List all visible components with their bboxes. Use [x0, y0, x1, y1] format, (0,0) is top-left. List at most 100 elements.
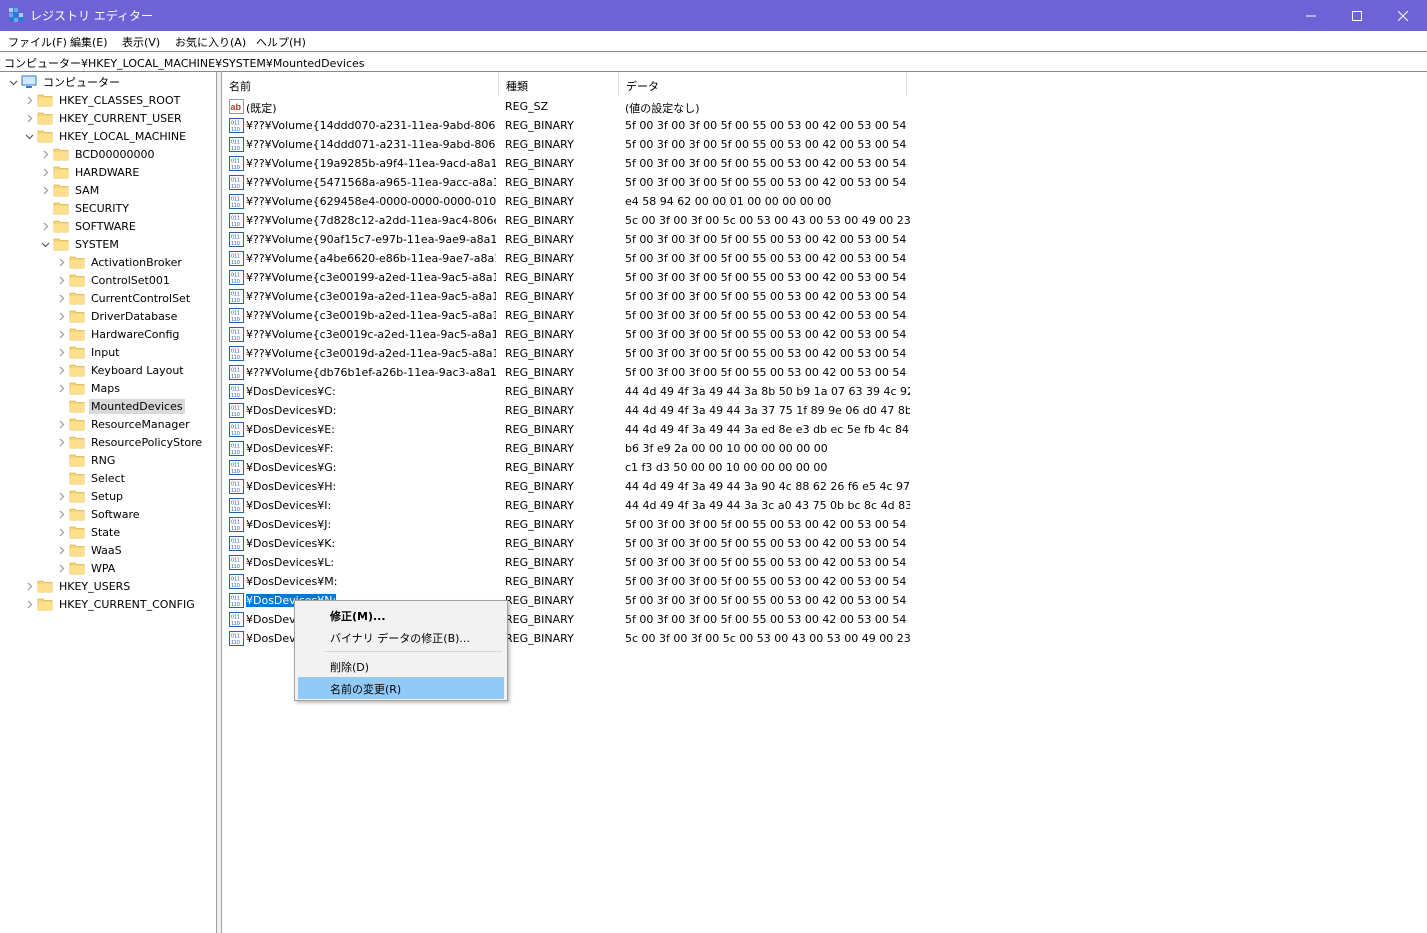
chevron-right-icon[interactable] — [53, 361, 69, 379]
value-row[interactable]: 011 110 ¥DosDevices¥K: REG_BINARY 5f 00 3f 0… — [222, 534, 922, 553]
value-row[interactable]: 011 110 ¥??¥Volume{629458e4-0000-0000-0000… — [222, 192, 922, 211]
chevron-right-icon[interactable] — [53, 289, 69, 307]
value-row[interactable]: 011 110 ¥??¥Volume{a4be6620-e86b-11ea-9ae7… — [222, 249, 922, 268]
tree-item[interactable]: SAM — [37, 181, 101, 199]
chevron-right-icon[interactable] — [53, 253, 69, 271]
tree-item[interactable]: DriverDatabase — [53, 307, 179, 325]
chevron-right-icon[interactable] — [53, 379, 69, 397]
tree-item[interactable]: ActivationBroker — [53, 253, 184, 271]
value-row[interactable]: 011 110 ¥DosDevices¥G: REG_BINARY c1 f3 d3 5… — [222, 458, 922, 477]
chevron-right-icon[interactable] — [37, 145, 53, 163]
chevron-right-icon[interactable] — [53, 307, 69, 325]
chevron-right-icon[interactable] — [53, 415, 69, 433]
menu-favorites[interactable]: お気に入り(A) — [175, 34, 246, 50]
tree-item[interactable]: ResourceManager — [53, 415, 192, 433]
tree-item[interactable]: RNG — [53, 451, 117, 469]
chevron-right-icon[interactable] — [53, 325, 69, 343]
value-row[interactable]: 011 110 ¥??¥Volume{7d828c12-a2dd-11ea-9ac4… — [222, 211, 922, 230]
address-bar[interactable]: コンピューター¥HKEY_LOCAL_MACHINE¥SYSTEM¥Mounte… — [0, 51, 1427, 72]
value-row[interactable]: 011 110 ¥DosDevices¥F: REG_BINARY b6 3f e9 2… — [222, 439, 922, 458]
value-row[interactable]: ab (既定) REG_SZ (値の設定なし) — [222, 97, 922, 116]
tree-item[interactable]: MountedDevices — [53, 397, 185, 415]
value-row[interactable]: 011 110 ¥??¥Volume{c3e00199-a2ed-11ea-9ac5… — [222, 268, 922, 287]
context-menu-modify-binary[interactable]: バイナリ データの修正(B)... — [298, 626, 504, 648]
chevron-down-icon[interactable] — [21, 127, 37, 145]
tree-item[interactable]: CurrentControlSet — [53, 289, 192, 307]
menu-edit[interactable]: 編集(E) — [70, 34, 108, 50]
tree-item[interactable]: ResourcePolicyStore — [53, 433, 204, 451]
close-button[interactable] — [1380, 0, 1426, 31]
chevron-right-icon[interactable] — [53, 523, 69, 541]
chevron-right-icon[interactable] — [53, 343, 69, 361]
column-header-name[interactable]: 名前 — [222, 72, 499, 96]
chevron-down-icon[interactable] — [37, 235, 53, 253]
context-menu-rename[interactable]: 名前の変更(R) — [298, 677, 504, 699]
value-row[interactable]: 011 110 ¥DosDevices¥J: REG_BINARY 5f 00 3f 0… — [222, 515, 922, 534]
chevron-right-icon[interactable] — [21, 91, 37, 109]
column-header-data[interactable]: データ — [619, 72, 907, 96]
tree-item[interactable]: BCD00000000 — [37, 145, 157, 163]
tree-item[interactable]: HKEY_CURRENT_USER — [21, 109, 184, 127]
chevron-right-icon[interactable] — [53, 505, 69, 523]
tree-item[interactable]: HKEY_CLASSES_ROOT — [21, 91, 182, 109]
tree-item[interactable]: HKEY_USERS — [21, 577, 132, 595]
value-row[interactable]: 011 110 ¥DosDevices¥L: REG_BINARY 5f 00 3f 0… — [222, 553, 922, 572]
tree-item[interactable]: HKEY_LOCAL_MACHINE — [21, 127, 188, 145]
value-row[interactable]: 011 110 ¥??¥Volume{c3e0019b-a2ed-11ea-9ac5… — [222, 306, 922, 325]
tree-item[interactable]: HKEY_CURRENT_CONFIG — [21, 595, 197, 613]
tree-item[interactable]: Select — [53, 469, 127, 487]
tree-item[interactable]: WaaS — [53, 541, 124, 559]
tree-item[interactable]: Setup — [53, 487, 125, 505]
tree-item[interactable]: コンピューター — [5, 73, 122, 91]
tree-item[interactable]: Keyboard Layout — [53, 361, 186, 379]
folder-icon — [37, 597, 53, 611]
chevron-right-icon[interactable] — [53, 433, 69, 451]
maximize-button[interactable] — [1334, 0, 1380, 31]
context-menu-delete[interactable]: 削除(D) — [298, 655, 504, 677]
value-row[interactable]: 011 110 ¥DosDevices¥M: REG_BINARY 5f 00 3f 0… — [222, 572, 922, 591]
column-header-type[interactable]: 種類 — [499, 72, 619, 96]
menu-view[interactable]: 表示(V) — [122, 34, 160, 50]
value-row[interactable]: 011 110 ¥??¥Volume{c3e0019a-a2ed-11ea-9ac5… — [222, 287, 922, 306]
value-row[interactable]: 011 110 ¥??¥Volume{19a9285b-a9f4-11ea-9acd… — [222, 154, 922, 173]
chevron-down-icon[interactable] — [5, 73, 21, 91]
chevron-right-icon[interactable] — [37, 181, 53, 199]
chevron-right-icon[interactable] — [53, 559, 69, 577]
value-row[interactable]: 011 110 ¥DosDevices¥E: REG_BINARY 44 4d 49 4… — [222, 420, 922, 439]
value-row[interactable]: 011 110 ¥??¥Volume{c3e0019d-a2ed-11ea-9ac5… — [222, 344, 922, 363]
tree-item[interactable]: State — [53, 523, 122, 541]
value-row[interactable]: 011 110 ¥??¥Volume{14ddd070-a231-11ea-9abd… — [222, 116, 922, 135]
minimize-button[interactable] — [1288, 0, 1334, 31]
chevron-right-icon[interactable] — [53, 487, 69, 505]
chevron-right-icon[interactable] — [21, 577, 37, 595]
value-row[interactable]: 011 110 ¥DosDevices¥D: REG_BINARY 44 4d 49 4… — [222, 401, 922, 420]
tree-item[interactable]: Software — [53, 505, 142, 523]
tree-item[interactable]: SOFTWARE — [37, 217, 138, 235]
chevron-right-icon[interactable] — [21, 109, 37, 127]
value-row[interactable]: 011 110 ¥DosDevices¥I: REG_BINARY 44 4d 49 4… — [222, 496, 922, 515]
value-row[interactable]: 011 110 ¥DosDevices¥H: REG_BINARY 44 4d 49 4… — [222, 477, 922, 496]
value-row[interactable]: 011 110 ¥??¥Volume{c3e0019c-a2ed-11ea-9ac5… — [222, 325, 922, 344]
value-row[interactable]: 011 110 ¥??¥Volume{90af15c7-e97b-11ea-9ae9… — [222, 230, 922, 249]
tree-item[interactable]: HardwareConfig — [53, 325, 181, 343]
tree-item[interactable]: Maps — [53, 379, 122, 397]
tree-item[interactable]: HARDWARE — [37, 163, 141, 181]
tree-item[interactable]: ControlSet001 — [53, 271, 172, 289]
tree-item[interactable]: WPA — [53, 559, 117, 577]
tree-item[interactable]: SECURITY — [37, 199, 131, 217]
context-menu-modify[interactable]: 修正(M)... — [298, 604, 504, 626]
value-row[interactable]: 011 110 ¥??¥Volume{14ddd071-a231-11ea-9abd… — [222, 135, 922, 154]
tree-item[interactable]: Input — [53, 343, 121, 361]
chevron-right-icon[interactable] — [21, 595, 37, 613]
tree-item[interactable]: SYSTEM — [37, 235, 121, 253]
menu-file[interactable]: ファイル(F) — [8, 34, 67, 50]
menu-help[interactable]: ヘルプ(H) — [256, 34, 306, 50]
chevron-right-icon[interactable] — [37, 217, 53, 235]
chevron-right-icon[interactable] — [53, 541, 69, 559]
binary-value-icon: 011 110 — [229, 346, 244, 361]
value-row[interactable]: 011 110 ¥??¥Volume{db76b1ef-a26b-11ea-9ac3… — [222, 363, 922, 382]
value-row[interactable]: 011 110 ¥DosDevices¥C: REG_BINARY 44 4d 49 4… — [222, 382, 922, 401]
chevron-right-icon[interactable] — [53, 271, 69, 289]
chevron-right-icon[interactable] — [37, 163, 53, 181]
value-row[interactable]: 011 110 ¥??¥Volume{5471568a-a965-11ea-9acc… — [222, 173, 922, 192]
